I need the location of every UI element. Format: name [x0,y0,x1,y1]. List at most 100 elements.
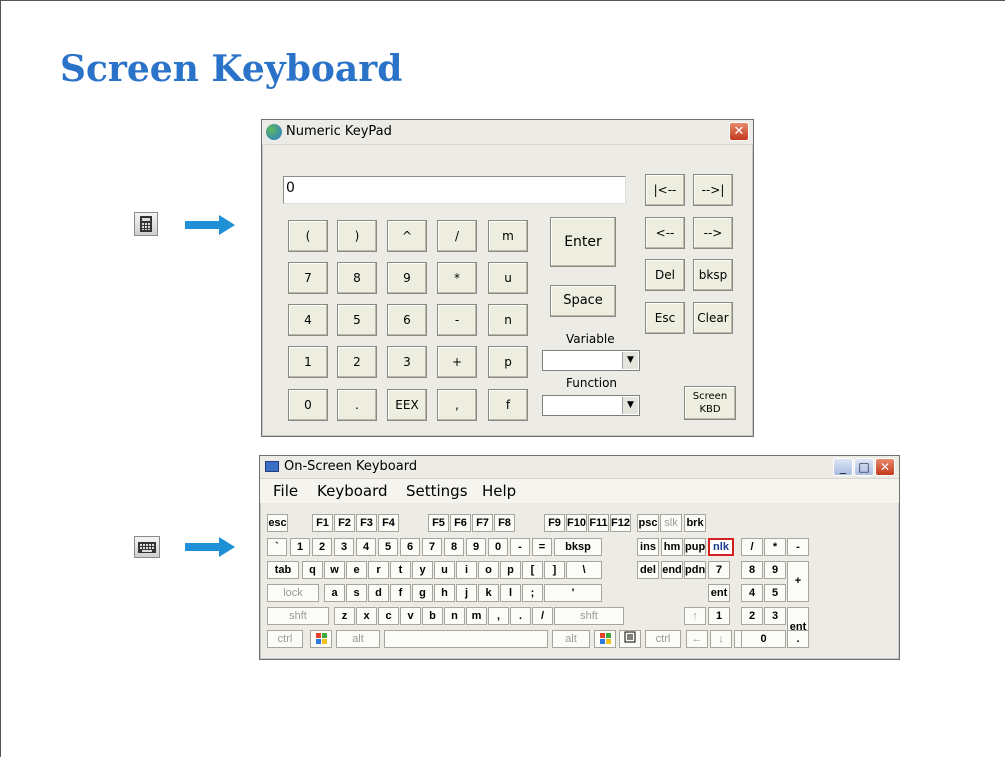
key-F1[interactable]: F1 [312,514,333,532]
windows-key-left[interactable] [310,630,332,648]
maximize-button[interactable]: □ [854,458,874,476]
key-row2[interactable]: 5 [378,538,398,556]
keypad-key[interactable]: n [488,304,528,336]
keypad-key[interactable]: 8 [337,262,377,294]
key-row2[interactable]: / [741,538,763,556]
key-psc[interactable]: psc [637,514,659,532]
key-row4[interactable]: k [478,584,499,602]
key-row5[interactable]: ↑ [684,607,706,625]
keypad-key[interactable]: 3 [387,346,427,378]
key-row3[interactable]: pdn [684,561,706,579]
key-row3[interactable]: 8 [741,561,763,579]
key-esc[interactable]: esc [267,514,288,532]
del-button[interactable]: Del [645,259,685,291]
close-button[interactable]: ✕ [875,458,895,476]
key-row2[interactable]: 4 [356,538,376,556]
key-F7[interactable]: F7 [472,514,493,532]
key-row4[interactable]: h [434,584,455,602]
keypad-key[interactable]: 7 [288,262,328,294]
key-F5[interactable]: F5 [428,514,449,532]
keypad-key[interactable]: , [437,389,477,421]
key-row4[interactable]: a [324,584,345,602]
key-row4[interactable]: g [412,584,433,602]
key-row2[interactable]: bksp [554,538,602,556]
keypad-key[interactable]: 2 [337,346,377,378]
keypad-key[interactable]: ( [288,220,328,252]
dropdown-arrow-icon[interactable]: ▼ [622,397,638,414]
key-row3[interactable]: [ [522,561,543,579]
close-button[interactable]: ✕ [729,122,749,141]
key-slk[interactable]: slk [660,514,682,532]
key-row3[interactable]: r [368,561,389,579]
keypad-display[interactable]: 0 [283,176,626,204]
function-select[interactable]: ▼ [542,395,640,416]
esc-button[interactable]: Esc [645,302,685,334]
key-row3[interactable]: p [500,561,521,579]
key-row5[interactable]: shft [554,607,624,625]
key-row2[interactable]: hm [661,538,683,556]
key-row2[interactable]: 3 [334,538,354,556]
key-row2[interactable]: nlk [708,538,734,556]
clear-button[interactable]: Clear [693,302,733,334]
keypad-key[interactable]: * [437,262,477,294]
key-row3[interactable]: end [661,561,683,579]
key-row2[interactable]: pup [684,538,706,556]
key-left[interactable]: ← [686,630,708,648]
key-F8[interactable]: F8 [494,514,515,532]
key-row2[interactable]: - [787,538,809,556]
key-row2[interactable]: 1 [290,538,310,556]
key-row5[interactable]: c [378,607,399,625]
variable-select[interactable]: ▼ [542,350,640,371]
key-row3[interactable]: 9 [764,561,786,579]
key-row3[interactable]: ] [544,561,565,579]
keypad-key[interactable]: m [488,220,528,252]
key-F10[interactable]: F10 [566,514,587,532]
key-row4[interactable]: ' [544,584,602,602]
key-row4[interactable]: s [346,584,367,602]
key-row3[interactable]: o [478,561,499,579]
keypad-key[interactable]: u [488,262,528,294]
keypad-key[interactable]: 5 [337,304,377,336]
key-row4[interactable]: ent [708,584,730,602]
key-row3[interactable]: t [390,561,411,579]
key-ctrl[interactable]: ctrl [645,630,681,648]
key-row2[interactable]: 8 [444,538,464,556]
bksp-button[interactable]: bksp [693,259,733,291]
key-row3[interactable]: del [637,561,659,579]
keypad-key[interactable]: 6 [387,304,427,336]
keypad-key[interactable]: - [437,304,477,336]
key-row5[interactable]: b [422,607,443,625]
key-row5[interactable]: v [400,607,421,625]
key-F9[interactable]: F9 [544,514,565,532]
left-button[interactable]: <-- [645,217,685,249]
key-row2[interactable]: 9 [466,538,486,556]
keypad-key[interactable]: ^ [387,220,427,252]
key-row3[interactable]: y [412,561,433,579]
keypad-key[interactable]: 9 [387,262,427,294]
key-F2[interactable]: F2 [334,514,355,532]
calculator-icon[interactable] [134,212,158,236]
key-plus[interactable]: + [787,561,809,602]
minimize-button[interactable]: _ [833,458,853,476]
keyboard-icon[interactable] [134,536,160,558]
key-row5[interactable]: . [510,607,531,625]
key-row2[interactable]: ins [637,538,659,556]
key-row3[interactable]: q [302,561,323,579]
key-row5[interactable]: / [532,607,553,625]
keypad-key[interactable]: EEX [387,389,427,421]
key-row2[interactable]: 7 [422,538,442,556]
key-row2[interactable]: - [510,538,530,556]
key-alt[interactable]: alt [552,630,590,648]
keypad-key[interactable]: 1 [288,346,328,378]
key-row4[interactable]: f [390,584,411,602]
dropdown-arrow-icon[interactable]: ▼ [622,352,638,369]
keypad-key[interactable]: / [437,220,477,252]
key-row5[interactable]: shft [267,607,329,625]
key-row3[interactable]: \ [566,561,602,579]
key-row3[interactable]: 7 [708,561,730,579]
key-brk[interactable]: brk [684,514,706,532]
keypad-key[interactable]: f [488,389,528,421]
keypad-key[interactable]: 4 [288,304,328,336]
menu-file[interactable]: File [273,482,298,500]
key-alt[interactable]: alt [336,630,380,648]
